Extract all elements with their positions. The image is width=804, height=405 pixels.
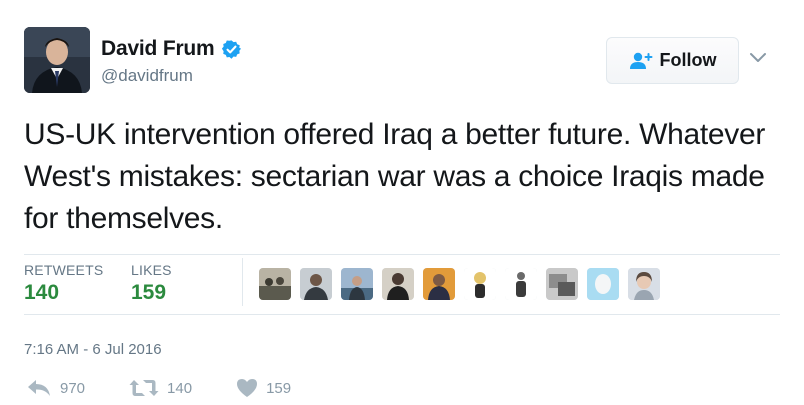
retweet-count: 140 xyxy=(167,379,193,397)
author-name[interactable]: David Frum xyxy=(101,37,215,61)
profile-photo xyxy=(24,27,90,93)
reply-count: 970 xyxy=(60,379,86,397)
liker-avatar[interactable] xyxy=(464,268,496,300)
divider-top xyxy=(24,254,780,255)
liker-avatar[interactable] xyxy=(505,268,537,300)
author-avatar[interactable] xyxy=(24,27,90,93)
tweet-card: David Frum @davidfrum Follow US-UK inter… xyxy=(0,0,804,405)
liker-avatar[interactable] xyxy=(423,268,455,300)
retweets-count: 140 xyxy=(24,281,60,304)
author-name-row[interactable]: David Frum xyxy=(101,37,241,61)
like-count: 159 xyxy=(266,379,292,397)
liker-avatar[interactable] xyxy=(341,268,373,300)
liker-avatar[interactable] xyxy=(300,268,332,300)
verified-badge-icon xyxy=(221,39,241,59)
reply-icon xyxy=(28,380,50,396)
liker-avatars xyxy=(259,268,669,304)
retweets-label: RETWEETS xyxy=(24,262,104,278)
retweet-icon xyxy=(129,380,159,396)
tweet-timestamp[interactable]: 7:16 AM - 6 Jul 2016 xyxy=(24,341,162,358)
liker-avatar[interactable] xyxy=(587,268,619,300)
likes-stat[interactable]: LIKES 159 xyxy=(131,262,172,305)
author-handle[interactable]: @davidfrum xyxy=(101,66,193,86)
like-button[interactable]: 159 xyxy=(236,378,291,398)
likes-label: LIKES xyxy=(131,262,172,278)
follow-button-label: Follow xyxy=(659,50,717,70)
tweet-actions: 970 140 159 xyxy=(26,374,291,402)
add-user-icon xyxy=(629,52,652,69)
follow-button[interactable]: Follow xyxy=(606,37,739,84)
stats-separator xyxy=(242,258,243,306)
reply-button[interactable]: 970 xyxy=(26,378,85,398)
liker-avatar[interactable] xyxy=(546,268,578,300)
tweet-text: US-UK intervention offered Iraq a better… xyxy=(24,118,766,235)
retweets-stat[interactable]: RETWEETS 140 xyxy=(24,262,103,305)
heart-icon xyxy=(237,379,258,397)
retweet-button[interactable]: 140 xyxy=(129,378,192,398)
divider-middle xyxy=(24,314,780,315)
liker-avatar[interactable] xyxy=(628,268,660,300)
likes-count: 159 xyxy=(131,281,167,304)
liker-avatar[interactable] xyxy=(382,268,414,300)
liker-avatar[interactable] xyxy=(259,268,291,300)
chevron-down-icon[interactable] xyxy=(749,52,767,64)
